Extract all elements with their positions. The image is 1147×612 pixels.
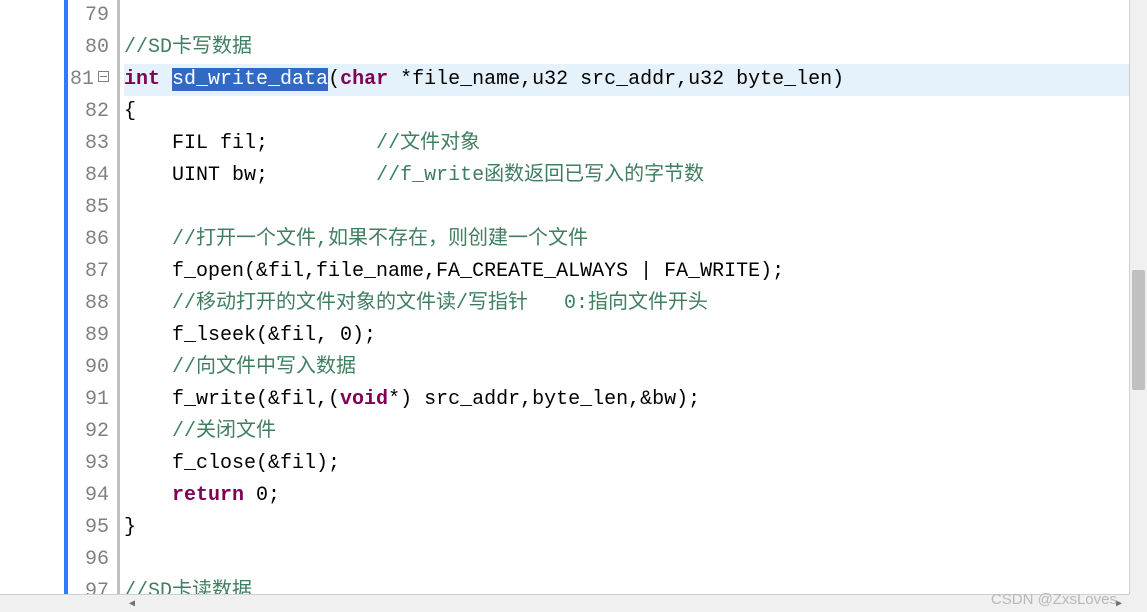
line-number: 90 bbox=[0, 352, 109, 384]
code-line[interactable]: //SD卡写数据 bbox=[124, 32, 1147, 64]
line-number: 81 bbox=[0, 64, 109, 96]
line-number: 82 bbox=[0, 96, 109, 128]
code-line[interactable]: { bbox=[124, 96, 1147, 128]
keyword: void bbox=[340, 388, 388, 411]
line-number: 96 bbox=[0, 544, 109, 576]
code-line[interactable]: f_write(&fil,(void*) src_addr,byte_len,&… bbox=[124, 384, 1147, 416]
line-number: 93 bbox=[0, 448, 109, 480]
line-number: 87 bbox=[0, 256, 109, 288]
line-number: 94 bbox=[0, 480, 109, 512]
code-line[interactable]: f_open(&fil,file_name,FA_CREATE_ALWAYS |… bbox=[124, 256, 1147, 288]
code-line-current[interactable]: int sd_write_data(char *file_name,u32 sr… bbox=[124, 64, 1147, 96]
line-number: 86 bbox=[0, 224, 109, 256]
line-number: 85 bbox=[0, 192, 109, 224]
code-line[interactable] bbox=[124, 192, 1147, 224]
line-number: 95 bbox=[0, 512, 109, 544]
code-line[interactable]: f_lseek(&fil, 0); bbox=[124, 320, 1147, 352]
horizontal-scrollbar[interactable]: ◀ ▶ bbox=[0, 594, 1129, 612]
code-line[interactable]: f_close(&fil); bbox=[124, 448, 1147, 480]
vertical-scrollbar[interactable] bbox=[1129, 0, 1147, 594]
code-line[interactable]: //打开一个文件,如果不存在，则创建一个文件 bbox=[124, 224, 1147, 256]
code-line[interactable]: //关闭文件 bbox=[124, 416, 1147, 448]
line-number: 88 bbox=[0, 288, 109, 320]
line-number: 79 bbox=[0, 0, 109, 32]
line-number: 84 bbox=[0, 160, 109, 192]
line-number-gutter: 79 80 81 82 83 84 85 86 87 88 89 90 91 9… bbox=[0, 0, 120, 612]
scroll-corner bbox=[1129, 594, 1147, 612]
keyword: return bbox=[172, 484, 244, 507]
keyword: int bbox=[124, 68, 160, 91]
scrollbar-thumb[interactable] bbox=[1132, 270, 1145, 390]
comment-text: //向文件中写入数据 bbox=[172, 356, 356, 379]
code-line[interactable] bbox=[124, 0, 1147, 32]
line-number: 83 bbox=[0, 128, 109, 160]
code-line[interactable]: //向文件中写入数据 bbox=[124, 352, 1147, 384]
comment-text: //SD卡写数据 bbox=[124, 36, 252, 59]
code-line[interactable]: } bbox=[124, 512, 1147, 544]
line-number: 80 bbox=[0, 32, 109, 64]
code-line[interactable]: return 0; bbox=[124, 480, 1147, 512]
keyword: char bbox=[340, 68, 388, 91]
line-number: 91 bbox=[0, 384, 109, 416]
comment-text: //关闭文件 bbox=[172, 420, 276, 443]
line-number: 92 bbox=[0, 416, 109, 448]
selected-function-name: sd_write_data bbox=[172, 68, 328, 91]
watermark-text: CSDN @ZxsLoves bbox=[991, 591, 1117, 608]
line-number: 89 bbox=[0, 320, 109, 352]
code-line[interactable]: UINT bw; //f_write函数返回已写入的字节数 bbox=[124, 160, 1147, 192]
comment-text: //移动打开的文件对象的文件读/写指针 0:指向文件开头 bbox=[172, 292, 708, 315]
code-text-area[interactable]: //SD卡写数据 int sd_write_data(char *file_na… bbox=[120, 0, 1147, 612]
comment-text: //f_write函数返回已写入的字节数 bbox=[376, 164, 704, 187]
scroll-left-arrow-icon[interactable]: ◀ bbox=[124, 596, 140, 612]
code-line[interactable]: //移动打开的文件对象的文件读/写指针 0:指向文件开头 bbox=[124, 288, 1147, 320]
code-line[interactable] bbox=[124, 544, 1147, 576]
comment-text: //打开一个文件,如果不存在，则创建一个文件 bbox=[172, 228, 588, 251]
fold-toggle-icon[interactable] bbox=[98, 71, 109, 82]
comment-text: //文件对象 bbox=[376, 132, 480, 155]
code-editor[interactable]: 79 80 81 82 83 84 85 86 87 88 89 90 91 9… bbox=[0, 0, 1147, 612]
code-line[interactable]: FIL fil; //文件对象 bbox=[124, 128, 1147, 160]
